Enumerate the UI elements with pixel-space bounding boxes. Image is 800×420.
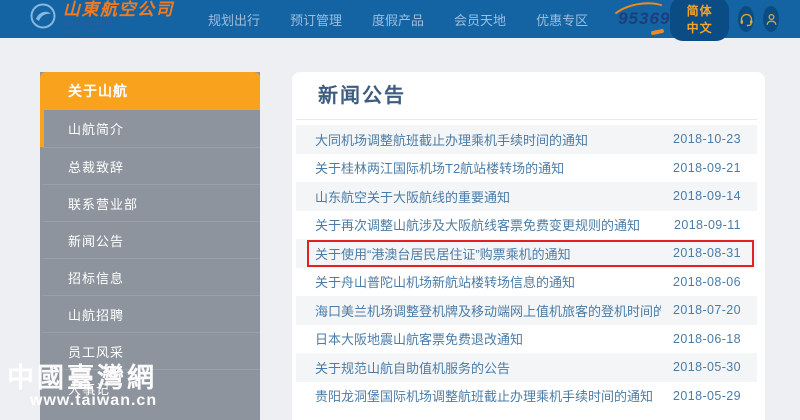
- news-title-link[interactable]: 海口美兰机场调整登机牌及移动端网上值机旅客的登机时间的通知: [315, 301, 661, 320]
- sidebar-item[interactable]: 大事记: [40, 369, 260, 406]
- news-title-link[interactable]: 贵阳龙洞堡国际机场调整航班截止办理乘机手续时间的通知: [315, 386, 653, 405]
- news-row[interactable]: 大同机场调整航班截止办理乘机手续时间的通知 2018-10-23: [296, 125, 757, 154]
- sidebar-title[interactable]: 关于山航: [40, 72, 260, 110]
- sidebar-item[interactable]: 招标信息: [40, 258, 260, 295]
- nav-item[interactable]: 预订管理: [290, 10, 342, 29]
- news-row[interactable]: 关于使用“港澳台居民居住证”购票乘机的通知 2018-08-31: [296, 239, 757, 268]
- news-row[interactable]: 贵阳龙洞堡国际机场调整航班截止办理乘机手续时间的通知 2018-05-29: [296, 382, 757, 411]
- topbar-right-controls: 简体中文: [670, 0, 779, 41]
- customer-service-button[interactable]: [738, 6, 754, 32]
- language-button[interactable]: 简体中文: [670, 0, 729, 41]
- news-date: 2018-05-30: [673, 360, 741, 374]
- main-nav: 规划出行 预订管理 度假产品 会员天地 优惠专区: [208, 10, 588, 29]
- airline-name-cn: 山東航空公司: [63, 1, 174, 18]
- page-title: 新闻公告: [318, 84, 757, 108]
- sidebar-item[interactable]: 山航简介: [40, 110, 260, 147]
- news-title-link[interactable]: 日本大阪地震山航客票免费退改通知: [315, 329, 523, 348]
- headset-icon: [739, 12, 754, 27]
- nav-item[interactable]: 规划出行: [208, 10, 260, 29]
- news-title-link[interactable]: 关于规范山航自助值机服务的公告: [315, 358, 510, 377]
- news-title-link[interactable]: 大同机场调整航班截止办理乘机手续时间的通知: [315, 130, 588, 149]
- hotline-95369[interactable]: 95369: [618, 9, 670, 29]
- news-title-link[interactable]: 关于桂林两江国际机场T2航站楼转场的通知: [315, 158, 564, 177]
- sidebar-item[interactable]: 员工风采: [40, 332, 260, 369]
- user-icon: [764, 12, 779, 27]
- airline-logo-icon: [30, 3, 56, 29]
- account-button[interactable]: [763, 6, 779, 32]
- news-date: 2018-09-14: [673, 189, 741, 203]
- news-date: 2018-06-18: [673, 332, 741, 346]
- news-row[interactable]: 山东航空关于大阪航线的重要通知 2018-09-14: [296, 182, 757, 211]
- news-date: 2018-08-31: [673, 246, 741, 260]
- news-date: 2018-05-29: [673, 389, 741, 403]
- nav-item[interactable]: 优惠专区: [536, 10, 588, 29]
- news-date: 2018-09-21: [673, 161, 741, 175]
- news-row[interactable]: 日本大阪地震山航客票免费退改通知 2018-06-18: [296, 325, 757, 354]
- airline-logo-text: 山東航空公司 SHANDONG AIRLINES: [63, 1, 174, 36]
- top-nav-bar: 山東航空公司 SHANDONG AIRLINES 规划出行 预订管理 度假产品 会员天…: [0, 0, 800, 38]
- news-panel: 新闻公告 大同机场调整航班截止办理乘机手续时间的通知 2018-10-23 关于桂林…: [292, 72, 765, 420]
- news-title-link[interactable]: 关于使用“港澳台居民居住证”购票乘机的通知: [315, 244, 571, 263]
- news-date: 2018-10-23: [673, 132, 741, 146]
- sidebar: 关于山航 山航简介总裁致辞联系营业部新闻公告招标信息山航招聘员工风采大事记: [40, 72, 260, 420]
- news-date: 2018-07-20: [673, 303, 741, 317]
- sidebar-item[interactable]: 总裁致辞: [40, 147, 260, 184]
- news-row[interactable]: 关于舟山普陀山机场新航站楼转场信息的通知 2018-08-06: [296, 268, 757, 297]
- title-divider: [296, 119, 757, 120]
- news-row[interactable]: 关于规范山航自助值机服务的公告 2018-05-30: [296, 353, 757, 382]
- news-list: 大同机场调整航班截止办理乘机手续时间的通知 2018-10-23 关于桂林两江国际机…: [296, 125, 757, 410]
- news-title-link[interactable]: 关于舟山普陀山机场新航站楼转场信息的通知: [315, 272, 575, 291]
- news-date: 2018-08-06: [673, 275, 741, 289]
- sidebar-item[interactable]: 联系营业部: [40, 184, 260, 221]
- news-title-link[interactable]: 关于再次调整山航涉及大阪航线客票免费变更规则的通知: [315, 215, 640, 234]
- sidebar-menu: 山航简介总裁致辞联系营业部新闻公告招标信息山航招聘员工风采大事记: [40, 110, 260, 406]
- news-date: 2018-09-11: [674, 218, 741, 232]
- news-row[interactable]: 海口美兰机场调整登机牌及移动端网上值机旅客的登机时间的通知 2018-07-20: [296, 296, 757, 325]
- sidebar-item[interactable]: 新闻公告: [40, 221, 260, 258]
- nav-item[interactable]: 度假产品: [372, 10, 424, 29]
- nav-item[interactable]: 会员天地: [454, 10, 506, 29]
- news-title-link[interactable]: 山东航空关于大阪航线的重要通知: [315, 187, 510, 206]
- airline-name-en: SHANDONG AIRLINES: [63, 20, 174, 36]
- news-row[interactable]: 关于桂林两江国际机场T2航站楼转场的通知 2018-09-21: [296, 154, 757, 183]
- sidebar-item[interactable]: 山航招聘: [40, 295, 260, 332]
- news-row[interactable]: 关于再次调整山航涉及大阪航线客票免费变更规则的通知 2018-09-11: [296, 211, 757, 240]
- airline-logo[interactable]: 山東航空公司 SHANDONG AIRLINES: [30, 1, 174, 36]
